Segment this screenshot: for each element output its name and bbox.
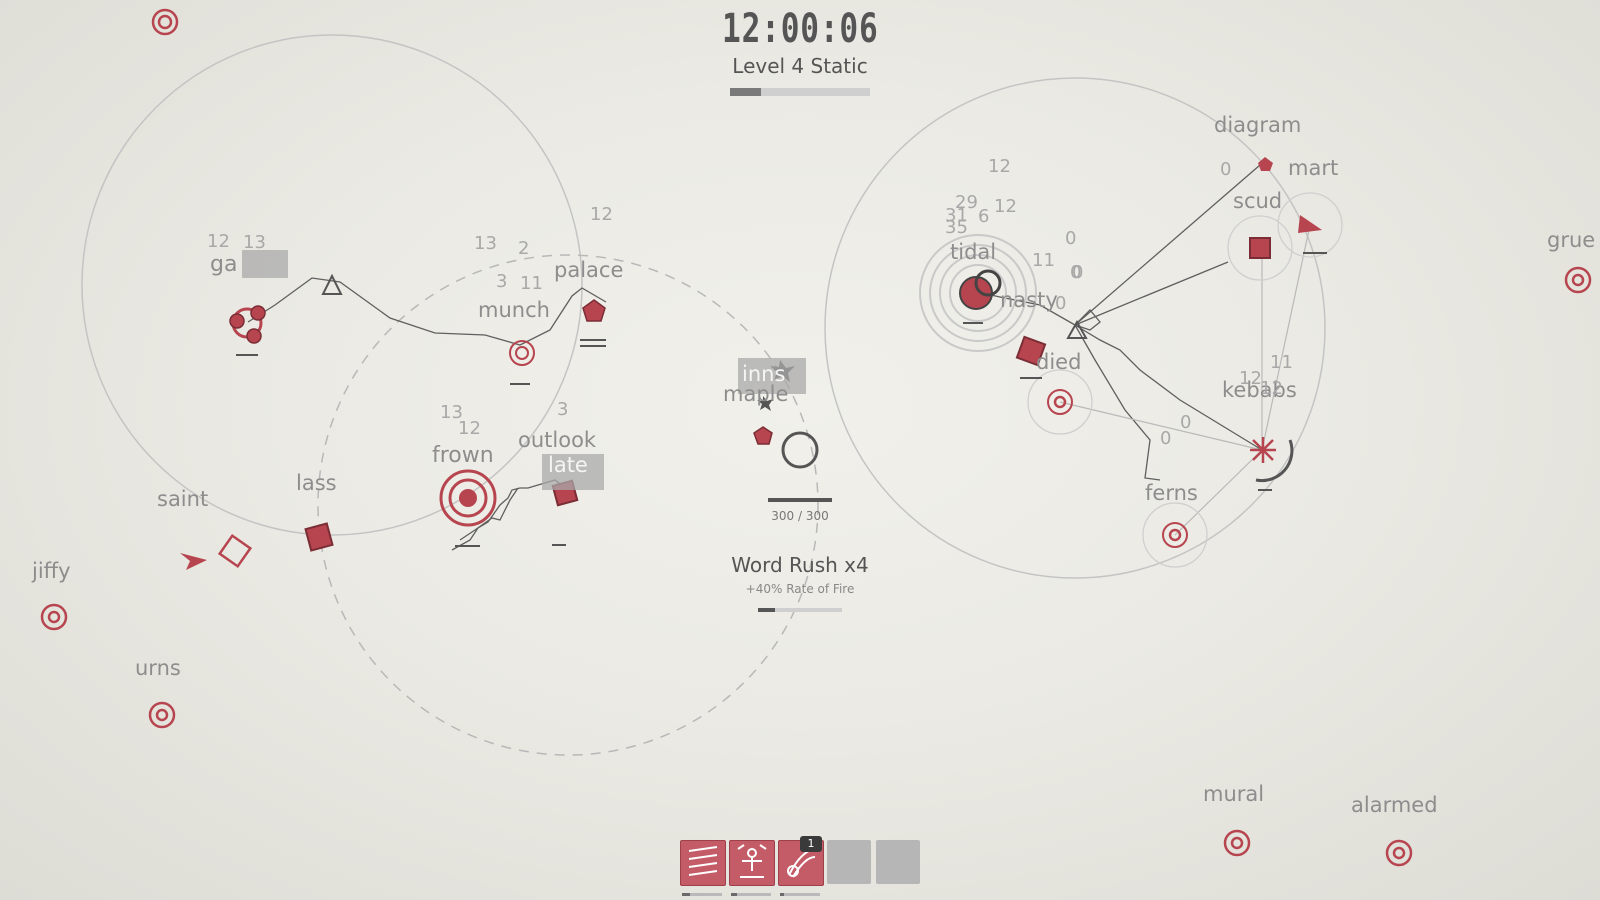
word-label-nasty: nasty xyxy=(1000,288,1058,312)
game-field[interactable] xyxy=(0,0,1600,900)
pentagon-palace xyxy=(582,299,606,322)
word-label-frown: frown xyxy=(432,443,494,468)
ability-2-cooldown xyxy=(731,893,771,896)
word-label-late: late xyxy=(548,453,588,477)
ability-1-icon xyxy=(688,846,718,876)
word-label-urns: urns xyxy=(135,656,181,680)
damage-number: 12 xyxy=(994,196,1017,217)
word-label-diagram: diagram xyxy=(1214,113,1302,137)
word-label-tidal: tidal xyxy=(950,240,997,264)
level-label: Level 4 Static xyxy=(732,54,868,78)
ability-slot-2[interactable] xyxy=(729,840,775,886)
bullseye-group xyxy=(40,8,1592,867)
ability-3-badge: 1 xyxy=(800,836,822,852)
damage-number: 0 xyxy=(1220,159,1232,180)
word-label-munch: munch xyxy=(478,298,550,322)
chain-path-left xyxy=(247,277,607,346)
damage-number: 0 xyxy=(1055,293,1067,314)
bonus-title: Word Rush x4 xyxy=(731,553,869,577)
damage-number: 0 xyxy=(1065,228,1077,249)
damage-number: 12 xyxy=(1260,378,1283,399)
range-circle-dashed xyxy=(317,254,819,756)
damage-number: 12 xyxy=(458,418,481,439)
damage-number: 6 xyxy=(978,206,990,227)
damage-number: 12 xyxy=(590,204,613,225)
damage-number: 0 xyxy=(1180,412,1192,433)
ability-3-cooldown xyxy=(780,893,820,896)
word-label-scud: scud xyxy=(1233,189,1283,213)
damage-number: 35 xyxy=(945,217,968,238)
damage-number: 13 xyxy=(243,232,266,253)
bonus-progress-fill xyxy=(758,608,775,612)
burst-enemy xyxy=(1250,437,1276,463)
arrow-saint xyxy=(180,553,207,570)
damage-number: 12 xyxy=(1239,368,1262,389)
word-label-palace: palace xyxy=(554,258,624,282)
word-label-jiffy: jiffy xyxy=(32,559,71,583)
word-label-mural: mural xyxy=(1203,782,1265,806)
damage-number: 11 xyxy=(1270,352,1293,373)
bonus-progress-bar xyxy=(758,608,842,612)
core-hp-text: 300 / 300 xyxy=(771,509,829,523)
bonus-detail: +40% Rate of Fire xyxy=(745,582,855,596)
damage-number: 11 xyxy=(1032,250,1055,271)
ability-1-cooldown xyxy=(682,893,722,896)
word-label-ga: ga xyxy=(210,252,238,277)
damage-number: 3 xyxy=(496,271,508,292)
word-label-lass: lass xyxy=(296,471,337,495)
word-label-mart: mart xyxy=(1288,156,1339,180)
ability-2-icon xyxy=(737,844,767,878)
word-label-ferns: ferns xyxy=(1145,481,1198,505)
diamond-enemy xyxy=(217,533,253,569)
pentagon-maple xyxy=(753,426,773,445)
damage-number: 0 xyxy=(1160,428,1172,449)
word-label-maple: maple xyxy=(723,382,789,406)
word-label-died: died xyxy=(1036,350,1082,374)
word-label-outlook: outlook xyxy=(518,428,597,452)
damage-number: 3 xyxy=(557,399,569,420)
range-circle-right xyxy=(824,77,1326,579)
level-progress-bar xyxy=(730,88,870,96)
frown-core xyxy=(459,489,477,507)
ability-slot-4[interactable] xyxy=(827,840,871,884)
word-label-grue: grue xyxy=(1547,228,1596,252)
damage-number: 11 xyxy=(520,273,543,294)
word-label-alarmed: alarmed xyxy=(1351,793,1438,817)
arrow-mart xyxy=(1298,215,1322,233)
ga-cluster xyxy=(229,305,266,344)
damage-number: 13 xyxy=(474,233,497,254)
damage-number: 12 xyxy=(207,231,230,252)
ability-slot-5[interactable] xyxy=(876,840,920,884)
damage-number: 0 xyxy=(1072,262,1084,283)
word-highlight-ga xyxy=(242,250,288,278)
game-clock: 12:00:06 xyxy=(722,6,879,52)
damage-number: 12 xyxy=(988,156,1011,177)
word-label-saint: saint xyxy=(157,487,209,511)
triangle-ga-marker xyxy=(321,273,343,295)
level-progress-fill xyxy=(730,88,761,96)
damage-number: 2 xyxy=(518,238,530,259)
ability-slot-1[interactable] xyxy=(680,840,726,886)
